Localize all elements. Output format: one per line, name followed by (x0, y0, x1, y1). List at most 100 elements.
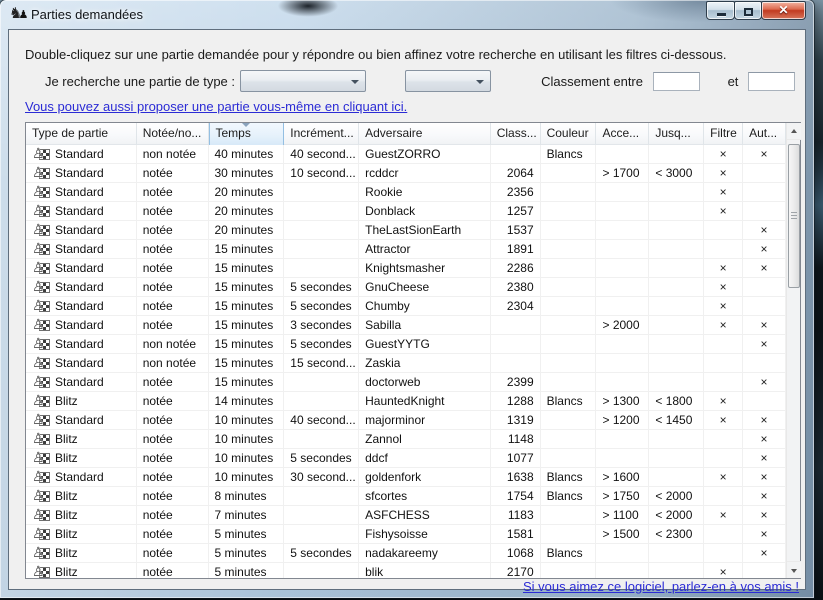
cell: TheLastSionEarth (359, 221, 491, 240)
cell: 1077 (491, 449, 541, 468)
pawn-and-board-icon: ♙ (32, 452, 51, 465)
cell: 7 minutes (209, 506, 285, 525)
column-header-incrément[interactable]: Incrément... (284, 123, 359, 145)
column-header-adversaire[interactable]: Adversaire (359, 123, 491, 145)
cell (704, 525, 743, 544)
seek-row[interactable]: ♙Standardnotée10 minutes40 second...majo… (26, 411, 786, 430)
scrollbar-grip-icon (791, 212, 797, 220)
game-type-cell: ♙Standard (26, 373, 137, 392)
seek-row[interactable]: ♙Blitznotée10 minutesZannol1148× (26, 430, 786, 449)
seek-row[interactable]: ♙Standardnotée30 minutes10 second...rcdd… (26, 164, 786, 183)
column-header-temps[interactable]: Temps (209, 123, 285, 145)
cell: notée (137, 278, 209, 297)
maximize-button[interactable] (734, 1, 762, 20)
cell (743, 278, 786, 297)
column-header-couleur[interactable]: Couleur (541, 123, 597, 145)
x-mark-icon: × (743, 373, 786, 392)
cell (284, 563, 359, 578)
seek-row[interactable]: ♙Standardnotée20 minutesDonblack1257× (26, 202, 786, 221)
secondary-filter-select[interactable] (405, 70, 491, 92)
seek-row[interactable]: ♙Blitznotée8 minutessfcortes1754Blancs> … (26, 487, 786, 506)
cell: 5 minutes (209, 563, 285, 578)
cell (541, 278, 597, 297)
cell (596, 240, 649, 259)
cell (596, 335, 649, 354)
cell: 1183 (491, 506, 541, 525)
cell: 1257 (491, 202, 541, 221)
cell (541, 316, 597, 335)
cell: GuestYYTG (359, 335, 491, 354)
x-mark-icon: × (743, 544, 786, 563)
cell: non notée (137, 335, 209, 354)
vertical-scrollbar[interactable] (786, 123, 800, 578)
seek-row[interactable]: ♙Standardnon notée15 minutes5 secondesGu… (26, 335, 786, 354)
cell: > 1600 (596, 468, 649, 487)
x-mark-icon: × (704, 145, 743, 164)
seek-row[interactable]: ♙Standardnotée15 minutes3 secondesSabill… (26, 316, 786, 335)
game-type-cell: ♙Standard (26, 202, 137, 221)
rating-max-input[interactable] (748, 72, 795, 91)
game-type-select[interactable] (240, 70, 366, 92)
seek-row[interactable]: ♙Standardnotée20 minutesRookie2356× (26, 183, 786, 202)
game-type-cell: ♙Blitz (26, 525, 137, 544)
cell (541, 449, 597, 468)
cell (491, 145, 541, 164)
cell: Zaskia (359, 354, 491, 373)
seek-row[interactable]: ♙Standardnon notée15 minutes15 second...… (26, 354, 786, 373)
seek-row[interactable]: ♙Standardnotée15 minutesdoctorweb2399× (26, 373, 786, 392)
game-type-cell: ♙Standard (26, 354, 137, 373)
column-header-acce[interactable]: Acce... (596, 123, 649, 145)
game-type-cell: ♙Blitz (26, 392, 137, 411)
column-header-aut[interactable]: Aut... (743, 123, 786, 145)
pawn-and-board-icon: ♙ (32, 262, 51, 275)
cell (649, 202, 704, 221)
column-header-jusq[interactable]: Jusq... (649, 123, 704, 145)
cell: sfcortes (359, 487, 491, 506)
seek-row[interactable]: ♙Blitznotée5 minutesFishysoisse1581> 150… (26, 525, 786, 544)
cell (649, 240, 704, 259)
column-header-typedepartie[interactable]: Type de partie (26, 123, 137, 145)
cell (284, 221, 359, 240)
cell: Fishysoisse (359, 525, 491, 544)
cell: 15 minutes (209, 278, 285, 297)
column-header-filtre[interactable]: Filtre (704, 123, 743, 145)
minimize-button[interactable] (706, 1, 735, 20)
cell (541, 373, 597, 392)
scrollbar-thumb[interactable] (788, 144, 800, 288)
cell (596, 278, 649, 297)
propose-game-link[interactable]: Vous pouvez aussi proposer une partie vo… (25, 99, 407, 114)
cell (649, 183, 704, 202)
seek-row[interactable]: ♙Standardnotée15 minutes5 secondesGnuChe… (26, 278, 786, 297)
seek-row[interactable]: ♙Standardnon notée40 minutes40 second...… (26, 145, 786, 164)
seek-row[interactable]: ♙Blitznotée5 minutesblik2170× (26, 563, 786, 578)
cell: 15 minutes (209, 354, 285, 373)
game-type-cell: ♙Standard (26, 183, 137, 202)
cell: ASFCHESS (359, 506, 491, 525)
seek-row[interactable]: ♙Blitznotée14 minutesHauntedKnight1288Bl… (26, 392, 786, 411)
game-type-cell: ♙Blitz (26, 449, 137, 468)
rating-min-input[interactable] (653, 72, 700, 91)
seek-row[interactable]: ♙Standardnotée15 minutes5 secondesChumby… (26, 297, 786, 316)
cell (743, 354, 786, 373)
scroll-up-button[interactable] (787, 123, 801, 140)
seek-row[interactable]: ♙Blitznotée10 minutes5 secondesddcf1077× (26, 449, 786, 468)
seek-row[interactable]: ♙Standardnotée15 minutesAttractor1891× (26, 240, 786, 259)
scroll-down-button[interactable] (787, 561, 801, 578)
seek-row[interactable]: ♙Blitznotée5 minutes5 secondesnadakareem… (26, 544, 786, 563)
cell: > 1300 (596, 392, 649, 411)
seek-row[interactable]: ♙Standardnotée20 minutesTheLastSionEarth… (26, 221, 786, 240)
titlebar[interactable]: ♞♟ Parties demandées ✕ (0, 0, 814, 29)
close-button[interactable]: ✕ (761, 1, 806, 20)
cell: Blancs (541, 544, 597, 563)
seek-row[interactable]: ♙Blitznotée7 minutesASFCHESS1183> 1100< … (26, 506, 786, 525)
column-header-notéeno[interactable]: Notée/no... (137, 123, 209, 145)
pawn-and-board-icon: ♙ (32, 547, 51, 560)
cell: notée (137, 468, 209, 487)
column-header-class[interactable]: Class... (491, 123, 541, 145)
cell: notée (137, 183, 209, 202)
seek-row[interactable]: ♙Standardnotée15 minutesKnightsmasher228… (26, 259, 786, 278)
cell (596, 259, 649, 278)
seek-row[interactable]: ♙Standardnotée10 minutes30 second...gold… (26, 468, 786, 487)
pawn-and-board-icon: ♙ (32, 471, 51, 484)
tell-friends-link[interactable]: Si vous aimez ce logiciel, parlez-en à v… (523, 579, 799, 594)
